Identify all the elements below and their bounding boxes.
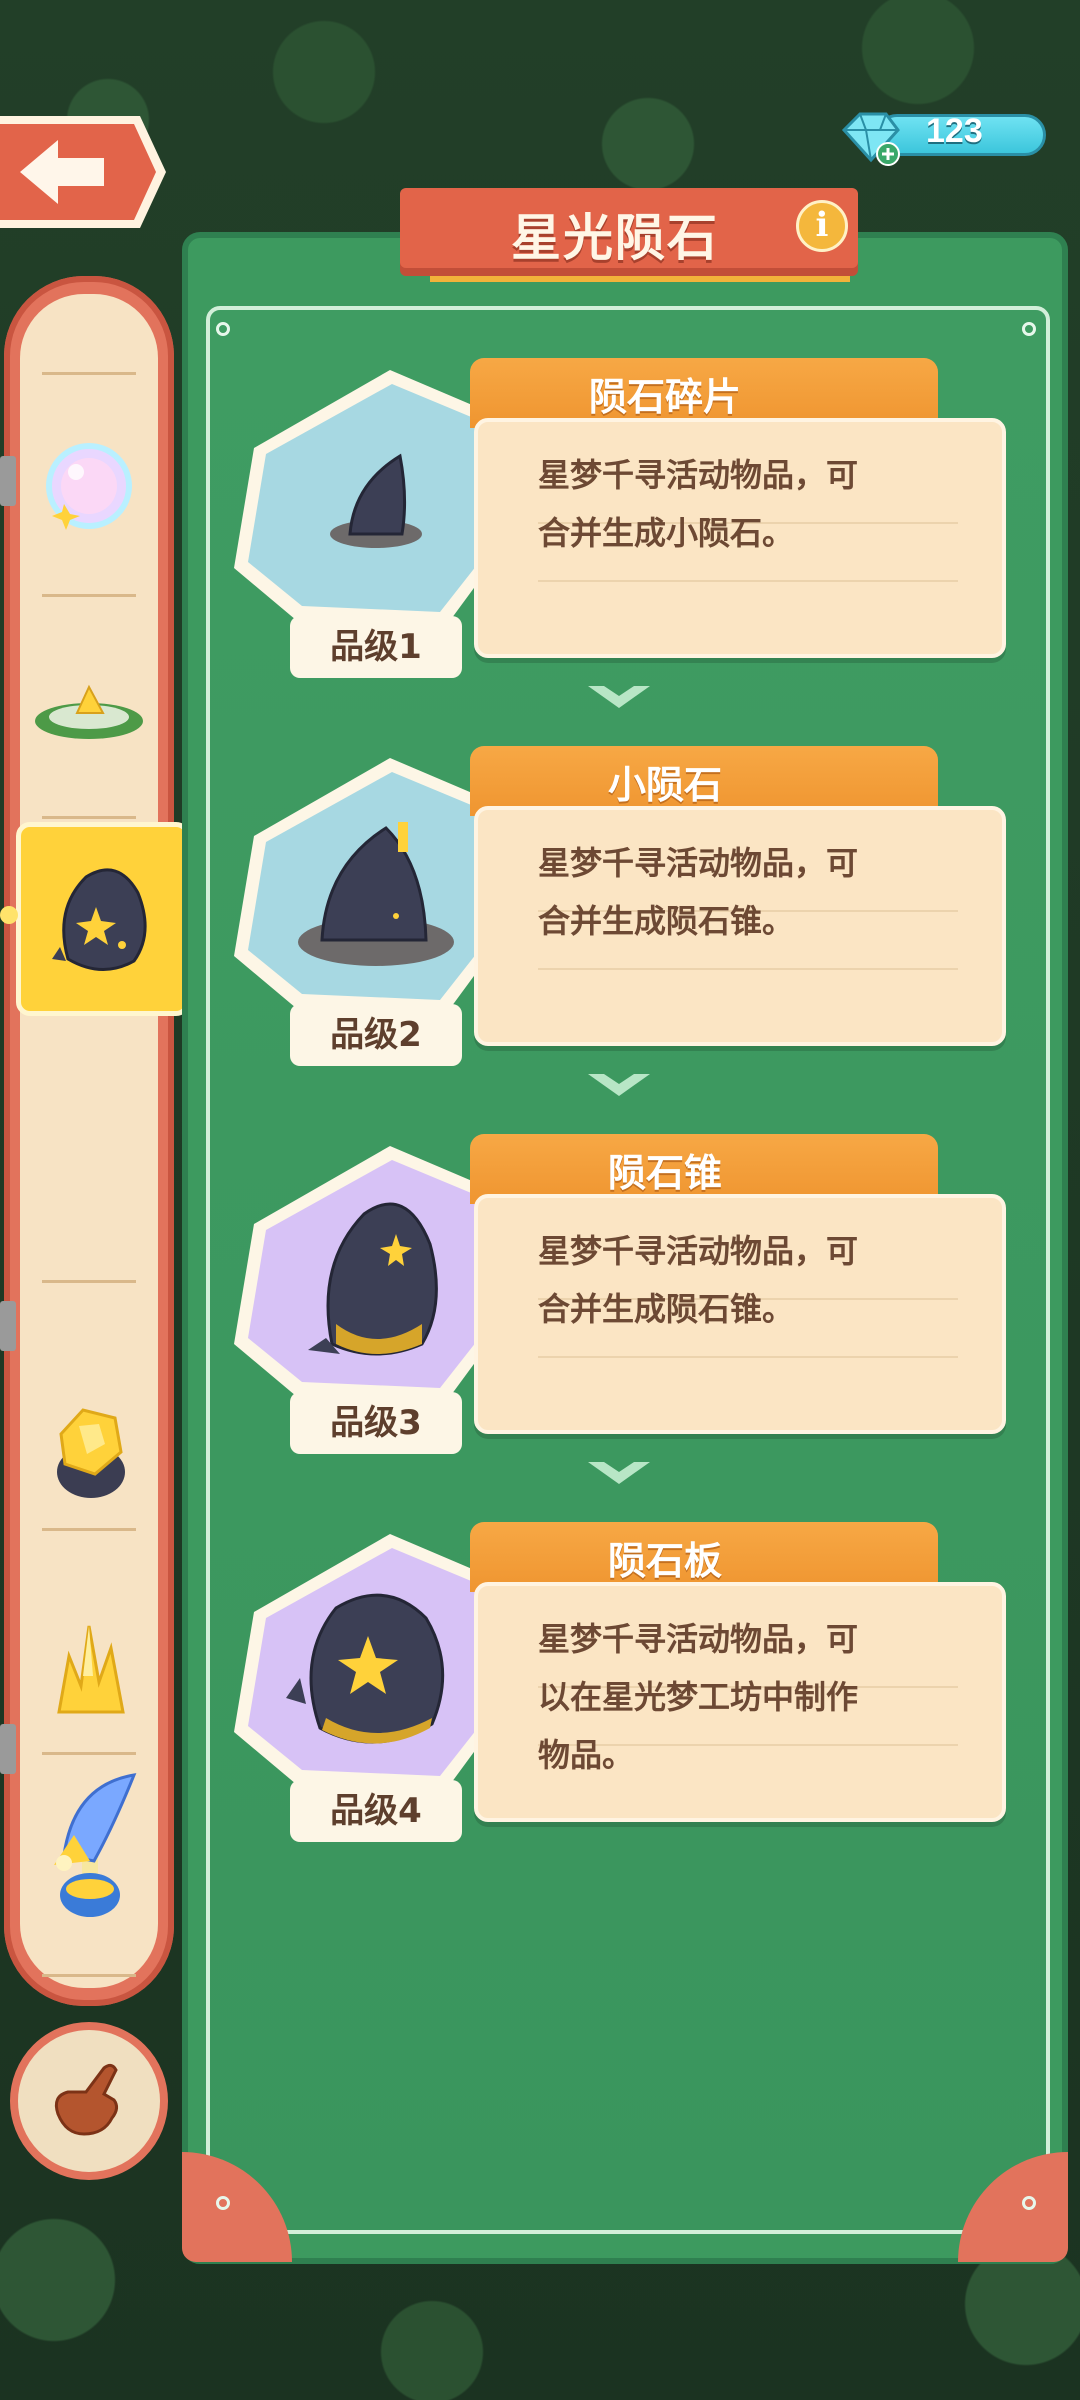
chevron-down-icon <box>588 1462 650 1484</box>
selection-indicator <box>0 906 18 924</box>
grade-label: 品级3 <box>290 1392 462 1454</box>
panel-rivet <box>1022 2196 1036 2210</box>
desc-rule <box>538 968 958 970</box>
item-description: 星梦千寻活动物品，可 合并生成小陨石。 <box>538 446 978 562</box>
item-description: 星梦千寻活动物品，可 合并生成陨石锥。 <box>538 834 978 950</box>
item-description-box: 星梦千寻活动物品，可 以在星光梦工坊中制作 物品。 <box>474 1582 1006 1822</box>
meteorite-cone-icon <box>308 1202 438 1356</box>
info-icon[interactable]: i <box>796 200 848 252</box>
pointing-hand-icon <box>54 2063 119 2136</box>
desc-rule <box>538 580 958 582</box>
gem-counter[interactable]: 123 <box>836 108 1046 166</box>
meteor-shard-icon <box>330 453 422 548</box>
hint-button[interactable] <box>10 2022 168 2180</box>
grade-label: 品级4 <box>290 1780 462 1842</box>
sidebar-item-meteorite[interactable] <box>16 822 190 1016</box>
desc-line: 星梦千寻活动物品，可 <box>538 456 859 494</box>
sidebar-divider <box>42 1528 136 1531</box>
gold-nugget-icon <box>57 1408 125 1498</box>
item-name: 小陨石 <box>607 763 722 807</box>
item-name: 陨石碎片 <box>588 375 741 419</box>
desc-line: 星梦千寻活动物品，可 <box>538 1232 859 1270</box>
sidebar-item-wing[interactable] <box>20 1730 158 1920</box>
sidebar-divider <box>42 594 136 597</box>
sidebar-divider <box>42 1280 136 1283</box>
item-card: 品级1 陨石碎片 星梦千寻活动物品，可 合并生成小陨石。 <box>226 358 1016 678</box>
back-arrow-icon <box>0 116 166 228</box>
item-card: 品级4 陨石板 星梦千寻活动物品，可 以在星光梦工坊中制作 物品。 <box>226 1522 1016 1842</box>
sidebar-item-gold-nugget[interactable] <box>20 1354 158 1544</box>
item-description-box: 星梦千寻活动物品，可 合并生成陨石锥。 <box>474 806 1006 1046</box>
panel-rivet <box>216 2196 230 2210</box>
item-description-box: 星梦千寻活动物品，可 合并生成小陨石。 <box>474 418 1006 658</box>
sidebar-item-bubble[interactable] <box>20 394 158 584</box>
item-name: 陨石锥 <box>607 1151 722 1195</box>
gem-amount: 123 <box>926 112 983 150</box>
item-name: 陨石板 <box>607 1539 722 1583</box>
page-title: 星光陨石 <box>511 209 719 267</box>
gem-icon <box>841 112 900 166</box>
sidebar-divider <box>42 816 136 819</box>
item-card: 品级2 小陨石 星梦千寻活动物品，可 合并生成陨石锥。 <box>226 746 1016 1066</box>
desc-line: 星梦千寻活动物品，可 <box>538 1620 859 1658</box>
sidebar-notch <box>0 1301 16 1351</box>
grade-label: 品级1 <box>290 616 462 678</box>
sidebar-notch <box>0 456 16 506</box>
small-meteorite-icon <box>298 822 454 966</box>
desc-line: 合并生成陨石锥。 <box>538 902 795 940</box>
desc-line: 合并生成小陨石。 <box>538 514 795 552</box>
item-description: 星梦千寻活动物品，可 以在星光梦工坊中制作 物品。 <box>538 1610 978 1784</box>
wing-icon <box>54 1773 137 1871</box>
meteorite-slab-icon <box>286 1593 445 1744</box>
chevron-down-icon <box>588 686 650 708</box>
title-banner-shadow <box>430 272 850 282</box>
chevron-down-icon <box>588 1074 650 1096</box>
bubble-star-icon <box>46 443 132 530</box>
desc-line: 合并生成陨石锥。 <box>538 1290 795 1328</box>
panel-rivet <box>1022 322 1036 336</box>
desc-line: 星梦千寻活动物品，可 <box>538 844 859 882</box>
gold-crystal-icon <box>57 1625 125 1714</box>
desc-line: 以在星光梦工坊中制作 <box>538 1678 859 1716</box>
sidebar-notch <box>0 1724 16 1774</box>
panel-rivet <box>216 322 230 336</box>
back-button[interactable] <box>0 112 168 232</box>
item-description: 星梦千寻活动物品，可 合并生成陨石锥。 <box>538 1222 978 1338</box>
sidebar-divider <box>42 372 136 375</box>
desc-rule <box>538 1356 958 1358</box>
title-banner: 星光陨石 <box>400 188 858 282</box>
grass-crystal-icon <box>35 684 143 739</box>
meteorite-icon <box>52 868 147 971</box>
desc-line: 物品。 <box>538 1736 635 1774</box>
item-card: 品级3 陨石锥 星梦千寻活动物品，可 合并生成陨石锥。 <box>226 1134 1016 1454</box>
sidebar-divider <box>42 1974 136 1977</box>
grade-label: 品级2 <box>290 1004 462 1066</box>
sidebar-item-grass[interactable] <box>20 614 158 804</box>
item-description-box: 星梦千寻活动物品，可 合并生成陨石锥。 <box>474 1194 1006 1434</box>
